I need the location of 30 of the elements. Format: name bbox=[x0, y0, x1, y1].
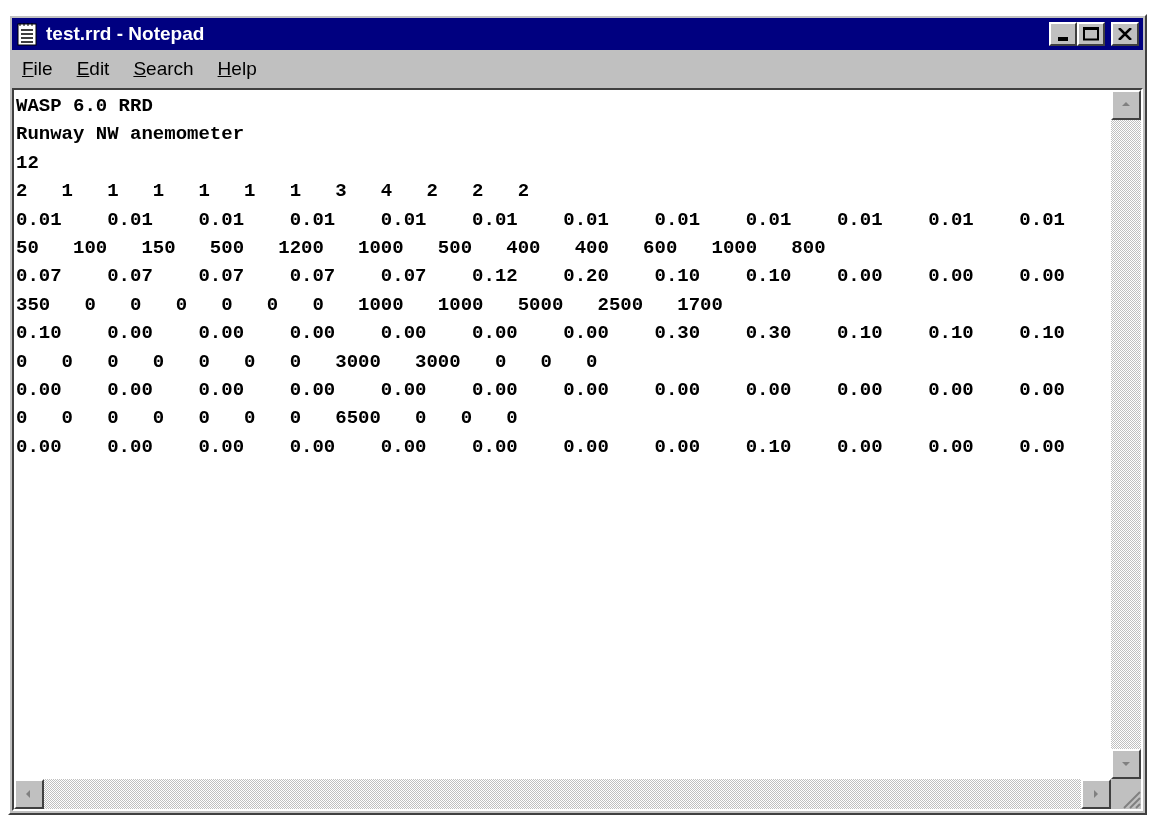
text-line: 12 bbox=[16, 150, 39, 176]
menu-item[interactable]: Help bbox=[209, 54, 265, 84]
menu-item[interactable]: Edit bbox=[68, 54, 118, 84]
minimize-icon bbox=[1058, 37, 1068, 41]
text-line: 0 0 0 0 0 0 0 6500 0 0 0 bbox=[16, 406, 518, 432]
text-line: WASP 6.0 RRD bbox=[16, 94, 153, 119]
text-line: 0.01 0.01 0.01 0.01 0.01 0.01 0.01 0.01 0.01 0.01 0.01 0.01 bbox=[16, 207, 1065, 233]
maximize-button[interactable] bbox=[1077, 22, 1105, 46]
text-line: 2 1 1 1 1 1 1 3 4 2 2 2 bbox=[16, 179, 530, 205]
text-line: 350 0 0 0 0 0 0 1000 1000 5000 2500 1700 bbox=[16, 292, 723, 318]
scroll-up-button[interactable] bbox=[1111, 90, 1141, 120]
menu-item[interactable]: Search bbox=[125, 54, 202, 84]
menu-item[interactable]: File bbox=[14, 54, 61, 84]
text-line: 0.00 0.00 0.00 0.00 0.00 0.00 0.00 0.00 0.10 0.00 0.00 0.00 bbox=[16, 434, 1065, 460]
text-line: 0 0 0 0 0 0 0 3000 3000 0 0 0 bbox=[16, 349, 598, 375]
close-icon bbox=[1118, 28, 1132, 40]
maximize-icon bbox=[1083, 27, 1099, 41]
window-title: test.rrd - Notepad bbox=[46, 21, 206, 46]
text-line: Runway NW anemometer bbox=[16, 122, 245, 148]
text-line: 0.00 0.00 0.00 0.00 0.00 0.00 0.00 0.00 0.00 0.00 0.00 0.00 bbox=[16, 378, 1065, 404]
scroll-right-button[interactable] bbox=[1081, 779, 1111, 809]
size-grip[interactable] bbox=[1111, 779, 1141, 809]
notepad-icon bbox=[16, 22, 38, 46]
text-line: 50 100 150 500 1200 1000 500 400 400 600 1000 800 bbox=[16, 236, 826, 262]
close-button[interactable] bbox=[1111, 22, 1139, 46]
minimize-button[interactable] bbox=[1049, 22, 1077, 46]
text-line: 0.10 0.00 0.00 0.00 0.00 0.00 0.00 0.30 0.30 0.10 0.10 0.10 bbox=[16, 321, 1065, 347]
text-line: 0.07 0.07 0.07 0.07 0.07 0.12 0.20 0.10 0.10 0.00 0.00 0.00 bbox=[16, 264, 1065, 290]
scroll-left-button[interactable] bbox=[14, 779, 44, 809]
scroll-down-button[interactable] bbox=[1111, 749, 1141, 779]
